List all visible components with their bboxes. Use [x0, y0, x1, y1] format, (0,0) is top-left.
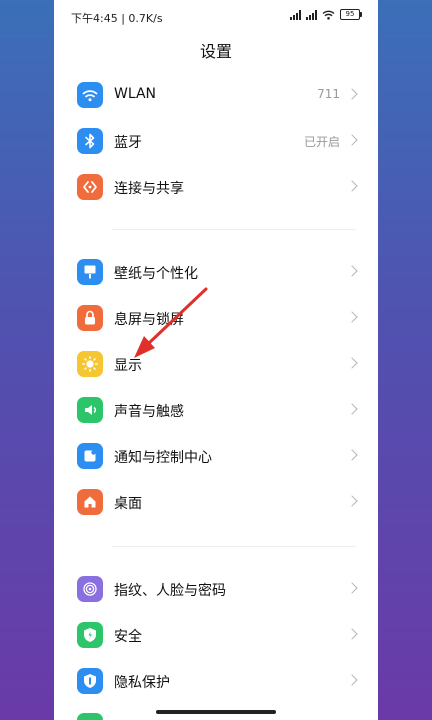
chevron-right-icon: [346, 134, 358, 146]
settings-item-connection-sharing[interactable]: 连接与共享: [54, 164, 378, 210]
chevron-right-icon: [346, 357, 358, 369]
home-indicator[interactable]: [156, 710, 276, 714]
notification-icon: [77, 443, 103, 469]
settings-item-security[interactable]: 安全: [54, 612, 378, 658]
privacy-icon: [77, 668, 103, 694]
settings-item-label: 指纹、人脸与密码: [114, 583, 226, 599]
settings-item-label: 声音与触感: [114, 404, 184, 420]
settings-item-label: 桌面: [114, 496, 142, 512]
settings-item-label: 通知与控制中心: [114, 450, 212, 466]
wallpaper-icon: [77, 259, 103, 285]
settings-item-fingerprint[interactable]: 指纹、人脸与密码: [54, 566, 378, 612]
settings-item-label: 壁纸与个性化: [114, 266, 198, 282]
section-divider: [112, 546, 356, 547]
speaker-icon: [77, 397, 103, 423]
settings-item-label: 连接与共享: [114, 181, 184, 197]
status-bar: 下午4:45 | 0.7K/s 95: [54, 0, 378, 34]
sun-icon: [77, 351, 103, 377]
cell-signal-icon: [290, 9, 301, 20]
status-time-speed: 下午4:45 | 0.7K/s: [71, 12, 163, 25]
next-item-icon: [77, 713, 103, 720]
cell-signal-2-icon: [306, 9, 317, 20]
settings-item-label: WLAN: [114, 86, 157, 102]
settings-group-connectivity: WLAN 711 蓝牙 已开启 连接与共享: [54, 72, 378, 210]
settings-item-label: 显示: [114, 358, 142, 374]
status-icons: 95: [290, 9, 362, 20]
settings-item-value: 已开启: [303, 135, 340, 149]
chevron-right-icon: [346, 311, 358, 323]
settings-item-privacy[interactable]: 隐私保护: [54, 658, 378, 704]
chevron-right-icon: [346, 449, 358, 461]
battery-icon: 95: [340, 9, 362, 20]
settings-group-security: 指纹、人脸与密码 安全 隐私保护: [54, 566, 378, 704]
section-divider: [112, 229, 356, 230]
settings-item-value: 711: [317, 87, 340, 101]
share-icon: [77, 174, 103, 200]
settings-item-display[interactable]: 显示: [54, 341, 378, 387]
settings-item-notifications[interactable]: 通知与控制中心: [54, 433, 378, 479]
chevron-right-icon: [346, 582, 358, 594]
lock-icon: [77, 305, 103, 331]
bluetooth-icon: [77, 128, 103, 154]
chevron-right-icon: [346, 265, 358, 277]
chevron-right-icon: [346, 628, 358, 640]
chevron-right-icon: [346, 674, 358, 686]
chevron-right-icon: [346, 495, 358, 507]
home-icon: [77, 489, 103, 515]
settings-group-personalization: 壁纸与个性化 息屏与锁屏 显示 声音与触感 通知与控制中心 桌面: [54, 249, 378, 525]
fingerprint-icon: [77, 576, 103, 602]
settings-item-bluetooth[interactable]: 蓝牙 已开启: [54, 118, 378, 164]
page-title: 设置: [199, 42, 232, 61]
chevron-right-icon: [346, 88, 358, 100]
settings-screen: 下午4:45 | 0.7K/s 95 设置 WLAN 711 蓝牙 已开启 连接…: [54, 0, 378, 720]
shield-icon: [77, 622, 103, 648]
settings-item-label: 息屏与锁屏: [114, 312, 184, 328]
settings-item-wlan[interactable]: WLAN 711: [54, 72, 378, 118]
chevron-right-icon: [346, 403, 358, 415]
settings-item-label: 蓝牙: [114, 135, 142, 151]
wifi-icon: [77, 82, 103, 108]
settings-item-wallpaper[interactable]: 壁纸与个性化: [54, 249, 378, 295]
settings-item-label: 隐私保护: [114, 675, 170, 691]
wifi-status-icon: [322, 10, 335, 20]
settings-item-label: 安全: [114, 629, 142, 645]
settings-item-lock-screen[interactable]: 息屏与锁屏: [54, 295, 378, 341]
chevron-right-icon: [346, 180, 358, 192]
settings-item-sound[interactable]: 声音与触感: [54, 387, 378, 433]
settings-item-desktop[interactable]: 桌面: [54, 479, 378, 525]
